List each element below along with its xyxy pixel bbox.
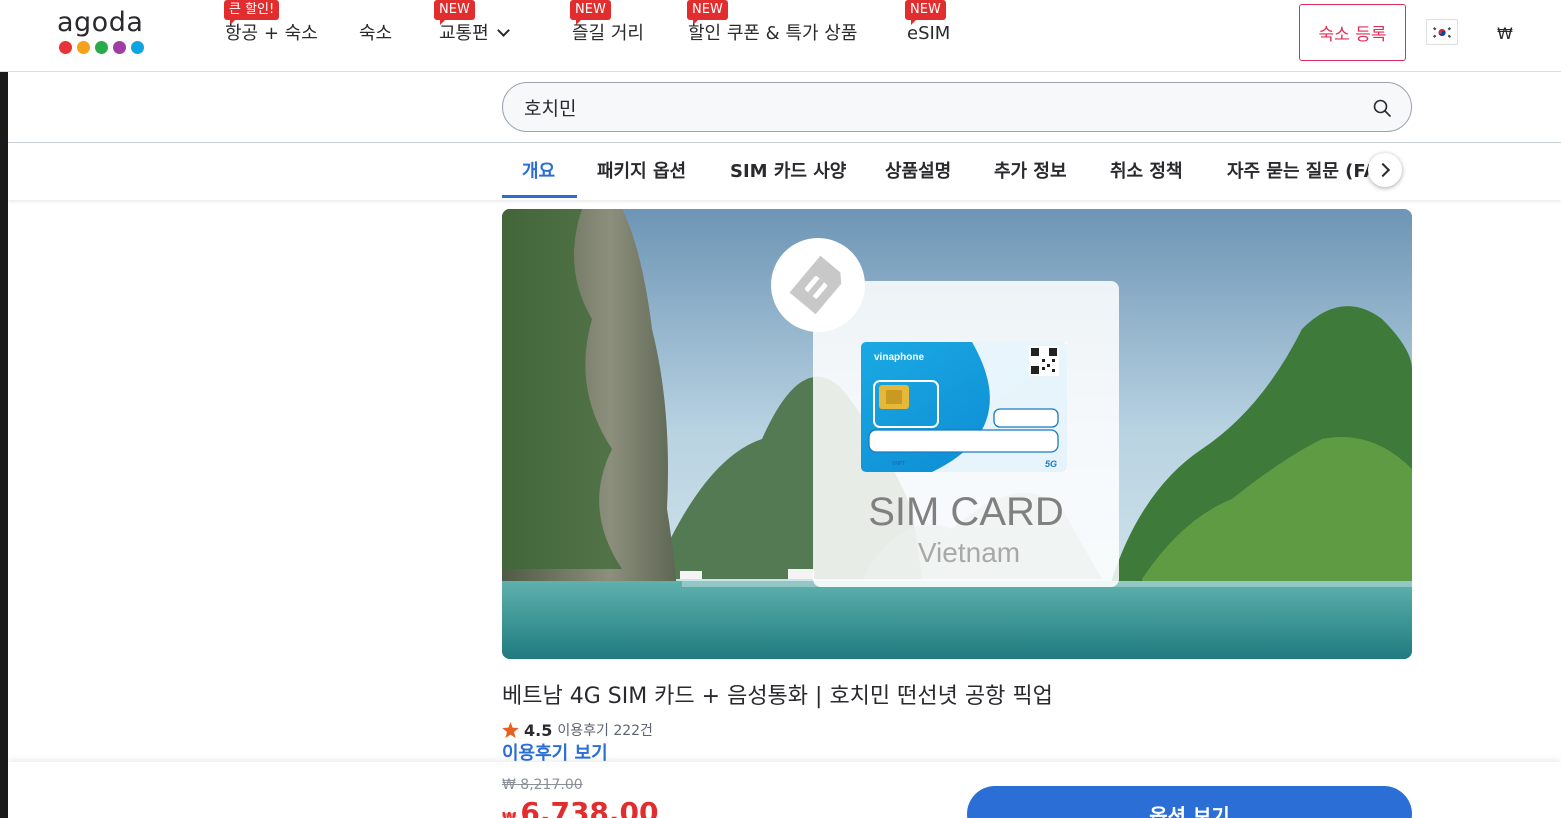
tab-overview[interactable]: 개요 xyxy=(522,157,555,183)
logo-dot xyxy=(95,41,108,54)
nav-badge-flights-hotels: 큰 할인! xyxy=(224,0,280,25)
rating-score: 4.5 xyxy=(524,720,553,740)
ha-long-bay-sim-illustration: vinaphone VNPT 5G SIM CARD Vietnam xyxy=(502,209,1412,659)
section-tabs: 개요 패키지 옵션 SIM 카드 사양 상품설명 추가 정보 취소 정책 자주 … xyxy=(8,143,1561,200)
original-price: ₩ 8,217.00 xyxy=(502,777,583,793)
tab-cancellation-policy[interactable]: 취소 정책 xyxy=(1110,157,1183,183)
overlay-title-text: SIM CARD xyxy=(868,490,1064,534)
nav-badge-coupons: NEW xyxy=(687,0,728,25)
tab-package-options[interactable]: 패키지 옵션 xyxy=(597,157,686,183)
star-icon xyxy=(502,722,519,738)
nav-badge-activities: NEW xyxy=(570,0,611,25)
search-input-value: 호치민 xyxy=(524,98,577,120)
logo-dots xyxy=(59,41,149,54)
review-count: 이용후기 222건 xyxy=(557,723,653,739)
rating-row: 4.5 이용후기 222건 xyxy=(502,720,653,740)
nav-coupons-deals[interactable]: 할인 쿠폰 & 특가 상품 xyxy=(688,22,857,46)
logo-text: agoda xyxy=(57,7,144,38)
currency-selector[interactable]: ₩ xyxy=(1497,24,1513,43)
nav-transport[interactable]: 교통편 xyxy=(439,22,510,46)
current-price: ₩6,738.00 xyxy=(502,796,659,818)
product-title: 베트남 4G SIM 카드 + 음성통화 | 호치민 떤선녓 공항 픽업 xyxy=(502,684,1053,709)
logo-dot xyxy=(131,41,144,54)
register-property-button[interactable]: 숙소 등록 xyxy=(1299,4,1406,61)
chevron-down-icon xyxy=(496,24,510,37)
card-brand-text: vinaphone xyxy=(874,352,924,363)
nav-activities[interactable]: 즐길 거리 xyxy=(572,22,644,46)
view-options-button[interactable]: 옵션 보기 xyxy=(967,786,1412,818)
overlay-subtitle-text: Vietnam xyxy=(918,537,1020,568)
nav-transport-label: 교통편 xyxy=(439,23,489,44)
logo-dot xyxy=(113,41,126,54)
chevron-right-icon xyxy=(1375,162,1391,178)
window-edge xyxy=(0,72,8,818)
nav-hotels[interactable]: 숙소 xyxy=(359,22,392,46)
tab-faq[interactable]: 자주 묻는 질문 (FAQ) xyxy=(1227,157,1388,183)
search-input[interactable]: 호치민 xyxy=(502,82,1412,132)
agoda-logo[interactable]: agoda xyxy=(57,8,149,60)
product-hero-image[interactable]: vinaphone VNPT 5G SIM CARD Vietnam xyxy=(502,209,1412,659)
top-navigation-bar: agoda 큰 할인! 항공 + 숙소 숙소 NEW 교통편 NEW 즐길 거리… xyxy=(0,0,1561,72)
card-network-text: 5G xyxy=(1045,459,1057,469)
booking-bar: ₩ 8,217.00 ₩6,738.00 옵션 보기 xyxy=(8,762,1561,818)
language-selector[interactable] xyxy=(1426,19,1458,45)
korea-flag-icon xyxy=(1431,24,1453,40)
price-currency: ₩ xyxy=(502,811,516,818)
card-operator-text: VNPT xyxy=(892,461,905,467)
nav-badge-transport: NEW xyxy=(434,0,475,25)
tab-additional-info[interactable]: 추가 정보 xyxy=(994,157,1067,183)
search-section: 호치민 xyxy=(8,72,1561,143)
tabs-scroll-area: 개요 패키지 옵션 SIM 카드 사양 상품설명 추가 정보 취소 정책 자주 … xyxy=(502,143,1388,200)
active-tab-indicator xyxy=(502,195,577,198)
logo-dot xyxy=(77,41,90,54)
nav-esim[interactable]: eSIM xyxy=(907,22,950,46)
logo-dot xyxy=(59,41,72,54)
nav-flights-hotels[interactable]: 항공 + 숙소 xyxy=(225,22,318,46)
nav-badge-esim: NEW xyxy=(905,0,946,25)
search-icon[interactable] xyxy=(1372,98,1392,118)
tabs-next-button[interactable] xyxy=(1368,153,1402,187)
tab-sim-specs[interactable]: SIM 카드 사양 xyxy=(730,157,846,183)
tab-product-description[interactable]: 상품설명 xyxy=(885,157,951,183)
price-amount: 6,738.00 xyxy=(520,796,659,818)
